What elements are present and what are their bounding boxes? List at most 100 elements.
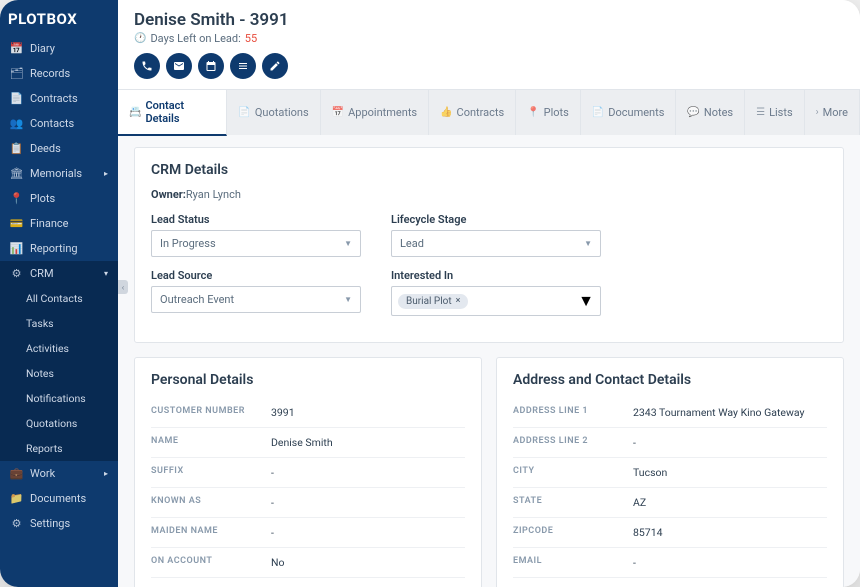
- lead-source-select[interactable]: Outreach Event▼: [151, 286, 361, 313]
- sidebar-item-plots[interactable]: 📍Plots: [0, 186, 118, 211]
- interested-label: Interested In: [391, 269, 601, 282]
- chevron-down-icon: ▼: [578, 291, 594, 311]
- contacts-icon: 👥: [10, 117, 23, 130]
- detail-row: KNOWN AS-: [151, 488, 465, 518]
- sidebar-subitem-notes[interactable]: Notes: [0, 361, 118, 386]
- detail-value: 3991: [271, 406, 295, 419]
- reporting-icon: 📊: [10, 242, 23, 255]
- detail-value: 85714: [633, 526, 663, 539]
- remove-tag-icon[interactable]: ×: [456, 296, 461, 306]
- contracts-icon: 📄: [10, 92, 23, 105]
- detail-label: MAIDEN NAME: [151, 526, 271, 539]
- calendar-button[interactable]: [198, 53, 224, 79]
- deeds-icon: 📋: [10, 142, 23, 155]
- lead-status-label: Lead Status: [151, 213, 361, 226]
- detail-value: Tucson: [633, 466, 667, 479]
- tab-appointments[interactable]: 📅Appointments: [321, 90, 429, 135]
- detail-row: ADDRESS LINE 12343 Tournament Way Kino G…: [513, 398, 827, 428]
- detail-label: ADDRESS LINE 2: [513, 436, 633, 449]
- edit-button[interactable]: [262, 53, 288, 79]
- phone-button[interactable]: [134, 53, 160, 79]
- detail-value: No: [271, 556, 284, 569]
- address-details-card: Address and Contact Details ADDRESS LINE…: [496, 357, 844, 587]
- chevron-icon: ▸: [104, 469, 108, 478]
- tab-plots[interactable]: 📍Plots: [516, 90, 581, 135]
- detail-label: CUSTOMER NUMBER: [151, 406, 271, 419]
- chevron-icon: ▾: [104, 269, 108, 278]
- page-title: Denise Smith - 3991: [134, 10, 844, 30]
- clock-icon: 🕐: [134, 33, 146, 44]
- detail-label: STATE: [513, 496, 633, 509]
- tab-more[interactable]: ›More: [805, 90, 860, 135]
- sidebar-item-contacts[interactable]: 👥Contacts: [0, 111, 118, 136]
- list-button[interactable]: [230, 53, 256, 79]
- personal-card-title: Personal Details: [151, 372, 465, 388]
- sidebar-item-documents[interactable]: 📁Documents: [0, 486, 118, 511]
- detail-row: CUSTOMER NUMBER3991: [151, 398, 465, 428]
- detail-row: ADDRESS LINE 2-: [513, 428, 827, 458]
- sidebar-subitem-reports[interactable]: Reports: [0, 436, 118, 461]
- sidebar-item-work[interactable]: 💼Work▸: [0, 461, 118, 486]
- action-row: [134, 53, 844, 79]
- memorials-icon: 🏛: [10, 167, 23, 180]
- lead-source-label: Lead Source: [151, 269, 361, 282]
- sidebar-subitem-activities[interactable]: Activities: [0, 336, 118, 361]
- settings-icon: ⚙: [10, 517, 23, 530]
- tab-contracts[interactable]: 👍Contracts: [429, 90, 516, 135]
- sidebar-item-reporting[interactable]: 📊Reporting: [0, 236, 118, 261]
- detail-label: ADDRESS LINE 1: [513, 406, 633, 419]
- tab-icon: 💬: [687, 107, 699, 118]
- sidebar-subitem-all-contacts[interactable]: All Contacts: [0, 286, 118, 311]
- detail-label: CITY: [513, 466, 633, 479]
- chevron-down-icon: ▼: [584, 239, 592, 248]
- tab-icon: ☰: [756, 107, 765, 118]
- sidebar-item-memorials[interactable]: 🏛Memorials▸: [0, 161, 118, 186]
- sidebar-collapse-handle[interactable]: ‹: [118, 280, 128, 294]
- lifecycle-select[interactable]: Lead▼: [391, 230, 601, 257]
- sidebar-item-deeds[interactable]: 📋Deeds: [0, 136, 118, 161]
- sidebar-item-diary[interactable]: 📅Diary: [0, 36, 118, 61]
- crm-icon: ⚙: [10, 267, 23, 280]
- tab-documents[interactable]: 📄Documents: [581, 90, 677, 135]
- sidebar-item-finance[interactable]: 💳Finance: [0, 211, 118, 236]
- detail-value: -: [271, 466, 274, 479]
- tab-notes[interactable]: 💬Notes: [676, 90, 745, 135]
- detail-label: EMAIL: [513, 556, 633, 569]
- tab-icon: ›: [816, 107, 819, 118]
- sidebar-subitem-notifications[interactable]: Notifications: [0, 386, 118, 411]
- email-button[interactable]: [166, 53, 192, 79]
- lead-days-subtitle: 🕐 Days Left on Lead: 55: [134, 32, 844, 45]
- tab-icon: 📄: [592, 107, 604, 118]
- tab-contact-details[interactable]: 📇Contact Details: [118, 90, 227, 136]
- sidebar-subitem-quotations[interactable]: Quotations: [0, 411, 118, 436]
- chevron-down-icon: ▼: [344, 239, 352, 248]
- detail-row: STATEAZ: [513, 488, 827, 518]
- sidebar-subitem-tasks[interactable]: Tasks: [0, 311, 118, 336]
- detail-row: SUFFIX-: [151, 458, 465, 488]
- sidebar-item-settings[interactable]: ⚙Settings: [0, 511, 118, 536]
- crm-card-title: CRM Details: [151, 162, 827, 178]
- tab-icon: 📇: [129, 107, 141, 118]
- crm-details-card: CRM Details Owner:Ryan Lynch Lead Status…: [134, 147, 844, 343]
- detail-label: NAME: [151, 436, 271, 449]
- detail-value: AZ: [633, 496, 646, 509]
- sidebar-item-records[interactable]: 🗂Records: [0, 61, 118, 86]
- detail-row: ON ACCOUNTNo: [151, 548, 465, 578]
- documents-icon: 📁: [10, 492, 23, 505]
- tab-lists[interactable]: ☰Lists: [745, 90, 805, 135]
- sidebar: PLOTBOX 📅Diary🗂Records📄Contracts👥Contact…: [0, 0, 118, 587]
- sidebar-item-crm[interactable]: ⚙CRM▾: [0, 261, 118, 286]
- records-icon: 🗂: [10, 67, 23, 80]
- detail-row: NAMEDenise Smith: [151, 428, 465, 458]
- sidebar-item-contracts[interactable]: 📄Contracts: [0, 86, 118, 111]
- page-header: Denise Smith - 3991 🕐 Days Left on Lead:…: [118, 0, 860, 89]
- sidebar-nav: 📅Diary🗂Records📄Contracts👥Contacts📋Deeds🏛…: [0, 36, 118, 587]
- chevron-icon: ▸: [104, 169, 108, 178]
- interested-select[interactable]: Burial Plot× ▼: [391, 286, 601, 316]
- detail-label: SUFFIX: [151, 466, 271, 479]
- address-card-title: Address and Contact Details: [513, 372, 827, 388]
- detail-value: -: [633, 556, 636, 569]
- detail-row: EMAIL-: [513, 548, 827, 578]
- lead-status-select[interactable]: In Progress▼: [151, 230, 361, 257]
- tab-quotations[interactable]: 📄Quotations: [227, 90, 320, 135]
